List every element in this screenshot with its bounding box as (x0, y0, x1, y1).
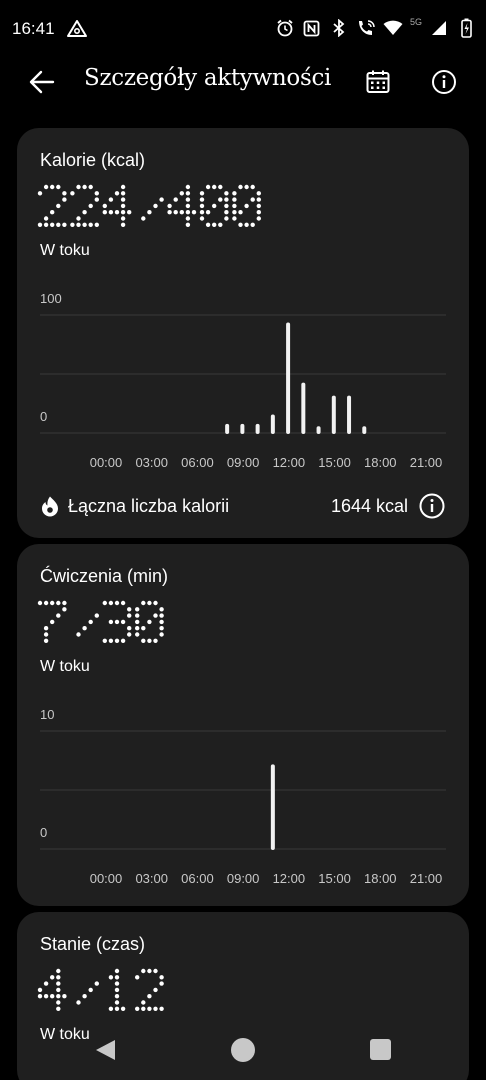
chart-x-tick-label: 06:00 (181, 871, 214, 886)
system-nav-bar (0, 1020, 486, 1080)
info-button[interactable] (428, 66, 460, 98)
wifi-calling-icon (356, 17, 376, 39)
chart-y-tick-label: 100 (40, 291, 62, 306)
signal-icon (429, 17, 449, 39)
chart-x-tick-label: 18:00 (364, 455, 397, 470)
total-calories-value: 1644 kcal (330, 496, 408, 516)
chart-x-tick-label: 21:00 (410, 871, 443, 886)
battery-icon (456, 17, 476, 39)
bluetooth-icon (329, 17, 349, 39)
info-icon (432, 70, 456, 94)
chart-x-tick-label: 00:00 (90, 871, 123, 886)
chart-x-tick-label: 18:00 (364, 871, 397, 886)
chart-x-tick-label: 21:00 (410, 455, 443, 470)
wifi-icon (383, 17, 403, 39)
back-button[interactable] (26, 66, 58, 98)
total-calories-info-icon[interactable] (418, 492, 446, 520)
status-time: 16:41 (12, 19, 55, 38)
calories-card[interactable]: Kalorie (kcal) W toku 100 0 00:00 03:00 06:0… (17, 128, 469, 538)
dot-glyph (37, 968, 67, 1011)
chart-y-tick-label: 10 (40, 707, 54, 722)
nav-back-icon[interactable] (93, 1038, 117, 1062)
standing-title: Stanie (czas) (40, 934, 146, 954)
chart-x-tick-label: 03:00 (135, 871, 168, 886)
chart-y-tick-label: 0 (40, 409, 47, 424)
chart-y-tick-label: 0 (40, 825, 47, 840)
nav-home-icon[interactable] (231, 1038, 255, 1062)
exercise-card[interactable]: Ćwiczenia (min) W toku 10 0 00:00 03:00 06:0… (17, 544, 469, 906)
standing-value-display (37, 968, 164, 1011)
chart-x-tick-label: 12:00 (273, 455, 306, 470)
page-title: Szczegóły aktywności (84, 65, 332, 91)
back-arrow-icon (29, 70, 55, 94)
alarm-icon (275, 17, 295, 39)
chart-x-tick-label: 09:00 (227, 871, 260, 886)
exercise-chart-svg: 10 0 00:00 03:00 06:00 09:00 12:00 15:00 18:00 21… (40, 707, 446, 886)
nav-recents-icon[interactable] (370, 1039, 391, 1060)
triangle-app-icon (67, 20, 87, 37)
chart-x-tick-label: 06:00 (181, 455, 214, 470)
dot-glyph (135, 968, 164, 1011)
total-calories-label: Łączna liczba kalorii (68, 496, 230, 516)
chart-x-tick-label: 15:00 (318, 871, 351, 886)
calories-chart-svg: 100 0 00:00 03:00 06:00 09:00 12:00 15:00 18:00 2… (40, 291, 446, 470)
nfc-icon (302, 17, 322, 39)
network-type-label: 5G (409, 17, 422, 27)
status-bar: 16:41 5G (0, 0, 486, 58)
chart-x-tick-label: 15:00 (318, 455, 351, 470)
chart-x-tick-label: 00:00 (90, 455, 123, 470)
calendar-icon (366, 70, 390, 93)
chart-x-tick-label: 12:00 (273, 871, 306, 886)
calendar-button[interactable] (362, 66, 394, 98)
total-calories-row: Łączna liczba kalorii 1644 kcal (17, 488, 469, 524)
chart-x-tick-label: 09:00 (227, 455, 260, 470)
status-icons: 5G (275, 17, 476, 39)
chart-x-tick-label: 03:00 (135, 455, 168, 470)
app-bar: Szczegóły aktywności (0, 58, 486, 104)
flame-icon (42, 496, 58, 517)
dot-glyph (108, 968, 126, 1011)
dot-glyph (76, 981, 99, 1005)
